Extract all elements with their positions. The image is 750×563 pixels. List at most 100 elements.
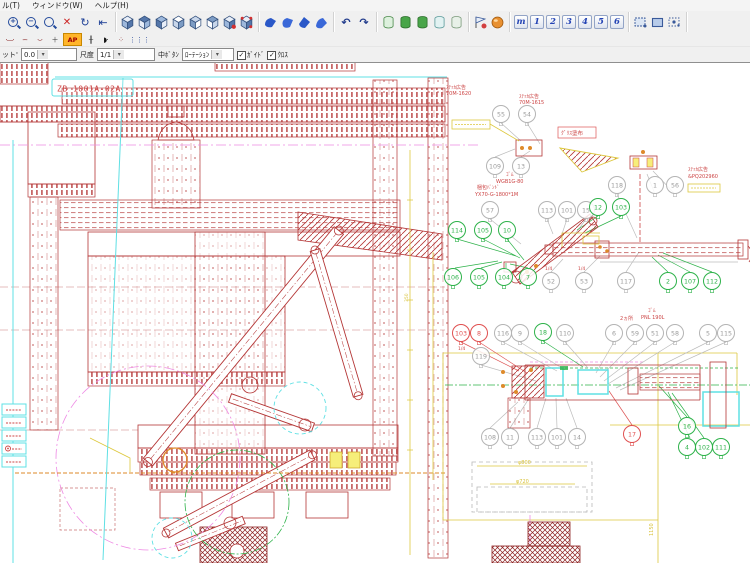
svg-text:12: 12 xyxy=(594,204,602,211)
svg-text:18: 18 xyxy=(539,329,547,336)
layer-cylinder-icon[interactable] xyxy=(449,15,464,30)
render-flag-icon[interactable] xyxy=(473,15,488,30)
segment-icon[interactable]: ·–· xyxy=(33,34,46,45)
balloon-110: 110 xyxy=(557,325,574,345)
scale-combo[interactable]: 1/1▾ xyxy=(97,48,155,61)
view-cube-icon[interactable] xyxy=(188,15,203,30)
balloon-109: 109 xyxy=(487,158,504,178)
svg-text:2: 2 xyxy=(666,278,670,285)
zoom-cancel-icon[interactable]: ✕ xyxy=(59,14,75,30)
rotate-view-icon[interactable]: ↻ xyxy=(77,14,93,30)
select-rect-icon[interactable] xyxy=(650,15,665,30)
balloon-101: 101 xyxy=(559,202,576,222)
layer-cylinder-icon[interactable] xyxy=(381,15,396,30)
view-cube-red-icon[interactable] xyxy=(222,15,237,30)
plus-icon[interactable]: ＋ xyxy=(48,34,61,45)
menu-item-help[interactable]: ヘルプ(H) xyxy=(95,0,129,11)
balloon-8: 8 xyxy=(471,325,488,345)
chevron-down-icon[interactable]: ▾ xyxy=(113,50,124,59)
cross-checkbox[interactable]: ✓ｸﾛｽ xyxy=(267,50,288,60)
balloon-113: 113 xyxy=(529,429,546,449)
annotation-text: &PQ202960 xyxy=(688,174,718,180)
annotation-text: 350 xyxy=(404,293,410,302)
svg-text:118: 118 xyxy=(611,182,623,189)
guide-checkbox[interactable]: ✓ｶﾞｲﾄﾞ xyxy=(237,50,265,60)
grid-dots-icon[interactable]: ⁘ xyxy=(114,34,127,45)
view-cube-icon[interactable] xyxy=(205,15,220,30)
select-points-icon[interactable] xyxy=(667,15,682,30)
layer-cylinder-icon[interactable] xyxy=(415,15,430,30)
solid-shaded-icon[interactable] xyxy=(314,15,329,30)
view-cube-icon[interactable] xyxy=(137,15,152,30)
annotation-text: φ800 xyxy=(518,460,531,466)
balloon-54: 54 xyxy=(519,106,536,126)
annotation-text: ｺﾞﾑ xyxy=(506,171,514,178)
redo-icon[interactable]: ↷ xyxy=(356,14,372,30)
menu-bar: ル(T) ウィンドウ(W) ヘルプ(H) xyxy=(0,0,750,11)
balloon-116: 116 xyxy=(495,325,512,345)
svg-text:59: 59 xyxy=(631,330,639,337)
zoom-extents-icon[interactable] xyxy=(41,14,57,30)
balloon-51: 51 xyxy=(647,325,664,345)
menu-item-window[interactable]: ウィンドウ(W) xyxy=(32,0,83,11)
svg-text:11: 11 xyxy=(506,434,514,441)
ap-toggle[interactable]: AP xyxy=(63,33,82,46)
svg-text:107: 107 xyxy=(684,278,696,285)
render-group xyxy=(469,12,510,32)
svg-text:58: 58 xyxy=(671,330,679,337)
view-cube-icon[interactable] xyxy=(120,15,135,30)
view-back-icon[interactable]: ⇤ xyxy=(95,14,111,30)
fence-icon[interactable]: ╫ xyxy=(84,34,97,45)
endpoint-line-icon[interactable]: ·—· xyxy=(3,34,16,45)
svg-text:4: 4 xyxy=(685,444,689,451)
material-ball-icon[interactable] xyxy=(490,15,505,30)
svg-text:105: 105 xyxy=(477,227,489,234)
balloon-102: 102 xyxy=(696,439,713,459)
view-preset-buttons: m123456 xyxy=(510,12,629,32)
view-preset-button-m[interactable]: m xyxy=(514,15,528,29)
select-window-icon[interactable] xyxy=(633,15,648,30)
dot-matrix-icon[interactable]: ⋮⋮⋮ xyxy=(129,34,150,45)
chevron-down-icon[interactable]: ▾ xyxy=(37,50,48,59)
undo-redo-group: ↶ ↷ xyxy=(334,12,377,32)
view-cube-icon[interactable] xyxy=(171,15,186,30)
solid-shaded-icon[interactable] xyxy=(297,15,312,30)
grid-pitch-combo[interactable]: 0.0▾ xyxy=(21,48,77,61)
annotation-text: ｽﾃｯｶ広告 xyxy=(519,93,539,100)
view-preset-button-4[interactable]: 4 xyxy=(578,15,592,29)
zoom-out-icon[interactable]: − xyxy=(23,14,39,30)
chevron-down-icon[interactable]: ▾ xyxy=(211,50,222,59)
view-cube-points-icon[interactable] xyxy=(239,15,254,30)
svg-text:119: 119 xyxy=(475,353,487,360)
layer-cylinder-icon[interactable] xyxy=(398,15,413,30)
layer-cylinder-icon[interactable] xyxy=(432,15,447,30)
solid-shaded-icon[interactable] xyxy=(263,15,278,30)
zoom-in-icon[interactable]: + xyxy=(5,14,21,30)
svg-text:17: 17 xyxy=(628,431,636,438)
balloon-11: 11 xyxy=(502,429,519,449)
balloon-113: 113 xyxy=(539,202,556,222)
dashed-line-icon[interactable]: -·- xyxy=(18,34,31,45)
svg-text:9: 9 xyxy=(518,330,522,337)
point-arrow-icon[interactable]: ◗· xyxy=(99,34,112,45)
view-preset-button-6[interactable]: 6 xyxy=(610,15,624,29)
svg-text:1: 1 xyxy=(653,182,657,189)
solid-shaded-icon[interactable] xyxy=(280,15,295,30)
view-preset-button-5[interactable]: 5 xyxy=(594,15,608,29)
svg-text:109: 109 xyxy=(489,163,501,170)
view-cube-icon[interactable] xyxy=(154,15,169,30)
svg-text:115: 115 xyxy=(720,330,732,337)
view-preset-button-3[interactable]: 3 xyxy=(562,15,576,29)
toolbar-area: ル(T) ウィンドウ(W) ヘルプ(H) + − ✕ ↻ ⇤ xyxy=(0,0,750,63)
balloon-111: 111 xyxy=(713,439,730,459)
annotation-text: 1150 xyxy=(649,523,655,536)
balloon-6: 6 xyxy=(606,325,623,345)
middle-button-combo[interactable]: ﾛｰﾃｰｼｮﾝ▾ xyxy=(182,48,234,61)
menu-item-tools[interactable]: ル(T) xyxy=(2,0,20,11)
undo-icon[interactable]: ↶ xyxy=(338,14,354,30)
view-preset-button-1[interactable]: 1 xyxy=(530,15,544,29)
annotation-layer: ｽﾃｯｶ広告70M-1620ｽﾃｯｶ広告70M-1615ｸﾞﾘｽ塗布ｺﾞﾑWGB… xyxy=(404,84,718,536)
drawing-canvas[interactable]: ZB 1001A-02A xyxy=(0,0,750,563)
view-preset-button-2[interactable]: 2 xyxy=(546,15,560,29)
main-toolbar: + − ✕ ↻ ⇤ ↶ ↷ xyxy=(0,11,750,33)
